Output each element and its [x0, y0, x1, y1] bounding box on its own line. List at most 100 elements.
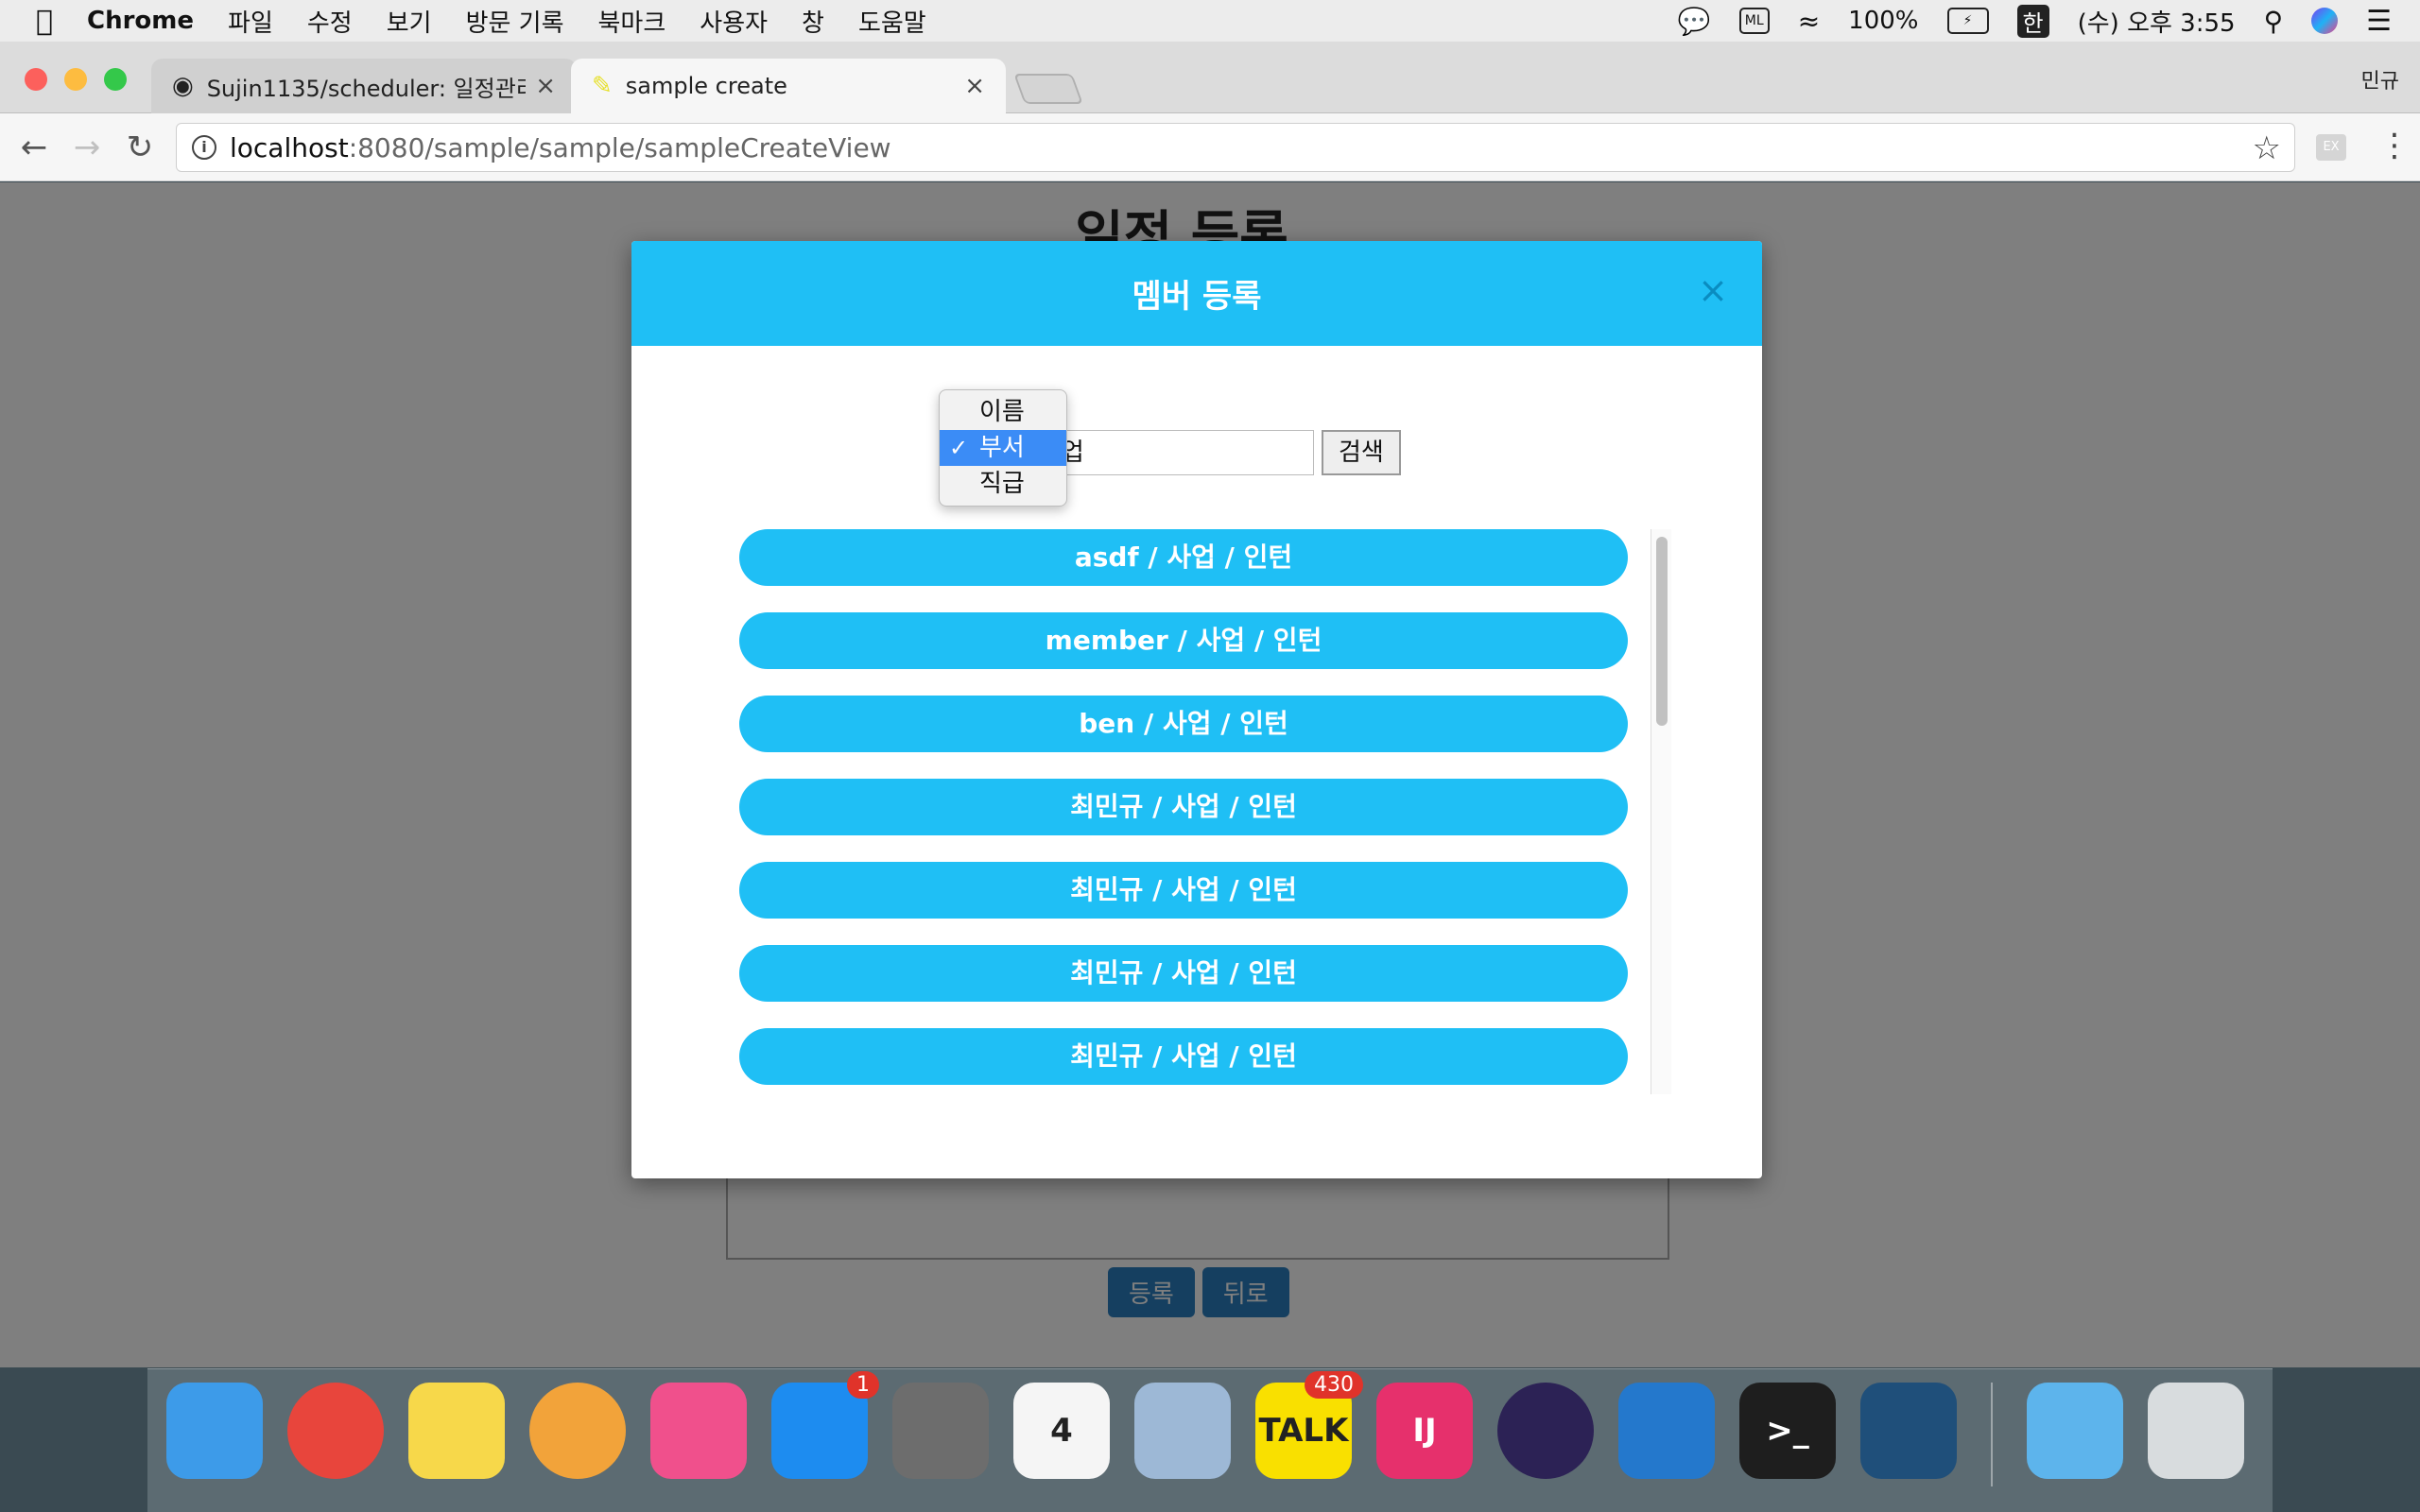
itunes-icon[interactable]: [650, 1383, 747, 1479]
dropdown-option-department[interactable]: ✓ 부서: [940, 430, 1066, 466]
photos-icon[interactable]: [529, 1383, 626, 1479]
tab-github[interactable]: ◉ Sujin1135/scheduler: 일정관리 스 ×: [151, 59, 577, 113]
system-preferences-icon[interactable]: [892, 1383, 989, 1479]
browser-menu-icon[interactable]: ⋮: [2378, 127, 2411, 164]
menu-help[interactable]: 도움말: [858, 4, 926, 39]
notes-icon[interactable]: [408, 1383, 505, 1479]
scroll-thumb[interactable]: [1656, 537, 1668, 726]
browser-toolbar: ← → ↻ i localhost:8080/sample/sample/sam…: [0, 113, 2420, 181]
chrome-icon[interactable]: [287, 1383, 384, 1479]
dock-icons: 1 4 TALK 430 IJ >_: [166, 1371, 2244, 1486]
menu-people[interactable]: 사용자: [700, 4, 768, 39]
member-item[interactable]: ben / 사업 / 인턴: [739, 696, 1628, 752]
member-item[interactable]: 최민규 / 사업 / 인턴: [739, 945, 1628, 1002]
tab-bar: ◉ Sujin1135/scheduler: 일정관리 스 × ✎ sample…: [0, 42, 2420, 113]
search-button[interactable]: 검색: [1322, 430, 1401, 475]
apple-icon[interactable]: : [36, 5, 53, 38]
siri-icon[interactable]: [2311, 8, 2339, 34]
ml-icon[interactable]: ML: [1738, 8, 1770, 34]
notification-center-icon[interactable]: ☰: [2366, 5, 2392, 38]
status-area: 💬 ML ≈ 100% ⚡ 한 (수) 오후 3:55 ⚲ ☰: [1678, 0, 2392, 42]
close-window-button[interactable]: [25, 68, 47, 91]
mysql-workbench-icon[interactable]: [1860, 1383, 1957, 1479]
page-content: 일정 등록 등록 뒤로 멤버 등록 × 사업 검색 이름 ✓부서 직급 asdf…: [0, 182, 2420, 1367]
github-icon: ◉: [172, 72, 194, 100]
dropdown-option-position[interactable]: 직급: [940, 466, 1066, 502]
downloads-folder-icon[interactable]: [2027, 1383, 2123, 1479]
dock-badge: 1: [847, 1371, 879, 1399]
modal-close-icon[interactable]: ×: [1698, 269, 1728, 311]
trash-icon[interactable]: [2148, 1383, 2244, 1479]
tab-sample-create[interactable]: ✎ sample create ×: [571, 59, 1006, 113]
forward-arrow-icon[interactable]: →: [60, 129, 113, 166]
dock-icon-label: 4: [1050, 1412, 1073, 1450]
terminal-icon[interactable]: >_: [1739, 1383, 1836, 1479]
menu-history[interactable]: 방문 기록: [466, 4, 564, 39]
address-bar[interactable]: i localhost:8080/sample/sample/sampleCre…: [176, 123, 2295, 172]
maximize-window-button[interactable]: [104, 68, 127, 91]
member-item[interactable]: 최민규 / 사업 / 인턴: [739, 862, 1628, 919]
intellij-icon[interactable]: IJ: [1376, 1383, 1473, 1479]
info-icon[interactable]: i: [192, 135, 216, 160]
dock-icon-label: TALK: [1258, 1412, 1349, 1450]
close-tab-icon[interactable]: ×: [535, 72, 556, 100]
menu-view[interactable]: 보기: [387, 4, 432, 39]
spotlight-icon[interactable]: ⚲: [2264, 6, 2284, 37]
menu-app-name[interactable]: Chrome: [87, 7, 194, 35]
option-label: 부서: [979, 434, 1025, 462]
input-source[interactable]: 한: [2016, 4, 2049, 38]
dock-separator: [1991, 1383, 1993, 1486]
clock[interactable]: (수) 오후 3:55: [2078, 4, 2236, 39]
tab-title: Sujin1135/scheduler: 일정관리 스: [206, 75, 527, 102]
checkmark-icon: ✓: [949, 435, 969, 461]
member-list: asdf / 사업 / 인턴 member / 사업 / 인턴 ben / 사업…: [739, 529, 1628, 1094]
bookmark-star-icon[interactable]: ☆: [2253, 129, 2281, 167]
member-register-modal: 멤버 등록 × 사업 검색 이름 ✓ 부서 직급 asdf / 사업 / 인턴 m…: [631, 241, 1762, 1178]
kakaotalk-icon[interactable]: TALK 430: [1255, 1371, 1363, 1479]
menu-file[interactable]: 파일: [228, 4, 273, 39]
dock-icon-label: >_: [1766, 1412, 1809, 1450]
chat-status-icon[interactable]: 💬: [1678, 6, 1711, 37]
back-arrow-icon[interactable]: ←: [8, 129, 60, 166]
menu-bar:  Chrome 파일 수정 보기 방문 기록 북마크 사용자 창 도움말 💬 …: [0, 0, 2420, 42]
modal-title: 멤버 등록: [1132, 278, 1262, 316]
window-controls: [25, 68, 127, 91]
battery-percent: 100%: [1848, 7, 1919, 35]
member-item[interactable]: 최민규 / 사업 / 인턴: [739, 779, 1628, 835]
settings-icon[interactable]: [1134, 1383, 1231, 1479]
option-label: 직급: [979, 470, 1025, 498]
menu-window[interactable]: 창: [802, 4, 824, 39]
member-list-area[interactable]: asdf / 사업 / 인턴 member / 사업 / 인턴 ben / 사업…: [726, 529, 1671, 1094]
dropdown-option-name[interactable]: 이름: [940, 394, 1066, 430]
url-path: :8080/sample/sample/sampleCreateView: [348, 131, 891, 163]
dock-badge: 430: [1305, 1371, 1363, 1399]
member-item[interactable]: asdf / 사업 / 인턴: [739, 529, 1628, 586]
dock-icon-label: IJ: [1412, 1412, 1437, 1450]
search-type-dropdown[interactable]: 이름 ✓ 부서 직급: [939, 389, 1067, 507]
option-label: 이름: [979, 398, 1025, 426]
member-item[interactable]: 최민규 / 사업 / 인턴: [739, 1028, 1628, 1085]
close-tab-icon[interactable]: ×: [964, 72, 985, 100]
finder-icon[interactable]: [166, 1383, 263, 1479]
tab-title: sample create: [625, 73, 787, 99]
search-input[interactable]: 사업: [1030, 430, 1314, 475]
menu-bookmarks[interactable]: 북마크: [598, 4, 666, 39]
minimize-window-button[interactable]: [64, 68, 87, 91]
calendar-icon[interactable]: 4: [1013, 1383, 1110, 1479]
modal-header: 멤버 등록 ×: [631, 241, 1762, 346]
url-host: localhost: [230, 131, 349, 163]
menu-edit[interactable]: 수정: [307, 4, 353, 39]
wifi-icon[interactable]: ≈: [1798, 6, 1820, 37]
reload-icon[interactable]: ↻: [113, 129, 166, 166]
app-store-icon[interactable]: 1: [771, 1371, 879, 1479]
member-item[interactable]: member / 사업 / 인턴: [739, 612, 1628, 669]
vscode-icon[interactable]: [1618, 1383, 1715, 1479]
list-scrollbar[interactable]: [1651, 529, 1671, 1094]
eclipse-icon[interactable]: [1497, 1383, 1594, 1479]
pencil-icon: ✎: [592, 72, 613, 100]
battery-icon[interactable]: ⚡: [1946, 8, 1989, 34]
extension-icon[interactable]: EX: [2316, 134, 2346, 161]
profile-name[interactable]: 민규: [2361, 64, 2399, 94]
new-tab-button[interactable]: [1013, 74, 1083, 104]
dock: 1 4 TALK 430 IJ >_: [147, 1368, 2273, 1512]
